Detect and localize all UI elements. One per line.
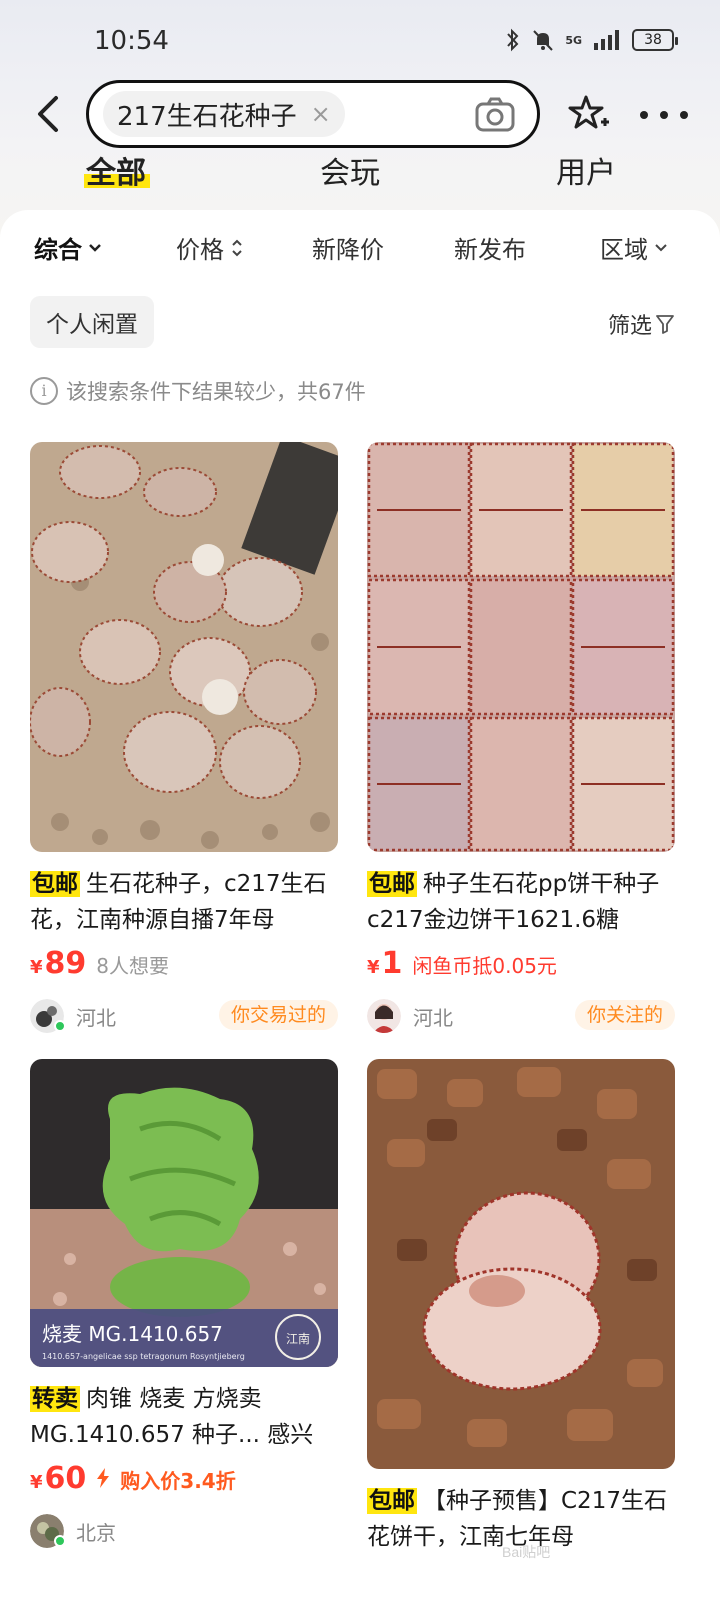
result-notice: i 该搜索条件下结果较少，共67件 — [30, 376, 366, 406]
sort-price-drop[interactable]: 新降价 — [312, 230, 384, 265]
chevron-left-icon — [38, 96, 58, 132]
sort-label: 新降价 — [312, 236, 384, 264]
product-image[interactable] — [367, 442, 675, 852]
chevron-down-icon — [655, 243, 667, 251]
status-icons: 5G 38 — [505, 28, 678, 52]
seller-tag: 你交易过的 — [218, 1000, 338, 1030]
watermark-text: Bai贴吧 — [502, 1544, 551, 1560]
free-shipping-badge: 包邮 — [30, 871, 80, 897]
status-bar: 10:54 5G 38 — [0, 0, 720, 80]
product-price: ¥60 — [30, 1461, 87, 1496]
sort-price[interactable]: 价格 — [176, 230, 244, 265]
want-count: 8人想要 — [96, 954, 170, 978]
seller-row[interactable]: 河北 你交易过的 — [30, 998, 338, 1034]
mute-bell-icon — [533, 30, 554, 51]
dot-icon — [680, 111, 688, 119]
chevron-down-icon — [89, 243, 101, 252]
free-shipping-badge: 包邮 — [367, 1488, 417, 1514]
sort-label: 综合 — [34, 236, 82, 264]
star-add-icon — [568, 95, 609, 129]
dot-icon — [660, 111, 668, 119]
seller-location: 河北 — [413, 1005, 453, 1030]
online-status-dot — [54, 1020, 66, 1032]
signal-icon — [594, 30, 619, 50]
info-icon: i — [30, 377, 58, 405]
personal-idle-filter[interactable]: 个人闲置 — [30, 296, 154, 348]
online-status-dot — [54, 1535, 66, 1547]
product-card[interactable]: 包邮 生石花种子，c217生石花，江南种源自播7年母 ¥89 8人想要 河北 你交… — [30, 442, 338, 1034]
sort-label: 价格 — [176, 236, 224, 264]
search-query-text: 217生石花种子 — [117, 101, 297, 132]
sort-region[interactable]: 区域 — [600, 230, 668, 265]
product-image[interactable] — [367, 1059, 675, 1469]
product-card[interactable]: 包邮 【种子预售】C217生石花饼干，江南七年母 — [367, 1059, 675, 1555]
dot-icon — [640, 111, 648, 119]
price-row: ¥89 8人想要 — [30, 946, 338, 986]
product-title[interactable]: 包邮 种子生石花pp饼干种子c217金边饼干1621.6糖 — [367, 866, 675, 938]
status-time: 10:54 — [94, 26, 169, 56]
resale-badge: 转卖 — [30, 1386, 80, 1412]
image-subcaption: 1410.657-angelicae ssp tetragonum Rosynt… — [42, 1352, 245, 1361]
seller-row[interactable]: 北京 — [30, 1513, 338, 1549]
product-price: ¥1 — [367, 946, 403, 981]
tab-label: 用户 — [556, 156, 616, 191]
price-row: ¥60 购入价3.4折 — [30, 1461, 338, 1501]
tab-all[interactable]: 全部 — [84, 148, 150, 192]
product-image[interactable]: 烧麦 MG.1410.657 1410.657-angelicae ssp te… — [30, 1059, 338, 1367]
clear-query-icon[interactable]: × — [311, 100, 331, 128]
funnel-icon — [656, 315, 674, 334]
avatar[interactable] — [367, 999, 401, 1033]
image-caption: 烧麦 MG.1410.657 — [42, 1322, 223, 1346]
tab-users[interactable]: 用户 — [556, 148, 616, 192]
tab-label: 全部 — [86, 156, 146, 191]
search-query-chip[interactable]: 217生石花种子 × — [103, 91, 345, 137]
product-card[interactable]: 烧麦 MG.1410.657 1410.657-angelicae ssp te… — [30, 1059, 338, 1549]
coin-deduction-note: 闲鱼币抵0.05元 — [412, 954, 557, 978]
seller-location: 北京 — [76, 1520, 116, 1545]
sort-label: 区域 — [600, 236, 648, 264]
seller-row[interactable]: 河北 你关注的 — [367, 998, 675, 1034]
sort-comprehensive[interactable]: 综合 — [34, 230, 102, 265]
sort-newest[interactable]: 新发布 — [454, 230, 526, 265]
lightning-icon — [97, 1468, 110, 1488]
camera-icon — [475, 97, 515, 132]
purchase-discount: 购入价3.4折 — [120, 1469, 236, 1493]
seller-tag: 你关注的 — [574, 1000, 675, 1030]
battery-icon: 38 — [632, 29, 678, 51]
category-tabs: 全部 会玩 用户 — [0, 148, 720, 200]
product-title[interactable]: 包邮 生石花种子，c217生石花，江南种源自播7年母 — [30, 866, 338, 938]
filter-button[interactable]: 筛选 — [608, 308, 674, 340]
product-card[interactable]: 包邮 种子生石花pp饼干种子c217金边饼干1621.6糖 ¥1 闲鱼币抵0.05… — [367, 442, 675, 1034]
filter-label: 筛选 — [607, 314, 652, 339]
product-title[interactable]: 转卖 肉锥 烧麦 方烧卖 MG.1410.657 种子... 感兴 — [30, 1381, 338, 1453]
sort-bar: 综合 价格 新降价 新发布 区域 — [0, 230, 720, 274]
image-seal: 江南 — [286, 1331, 310, 1346]
network-label: 5G — [565, 33, 582, 47]
bluetooth-icon — [507, 28, 519, 52]
product-image[interactable] — [30, 442, 338, 852]
sort-updown-icon — [232, 239, 242, 256]
price-row: ¥1 闲鱼币抵0.05元 — [367, 946, 675, 986]
subscribe-search-button[interactable] — [568, 94, 610, 138]
camera-search-button[interactable] — [475, 97, 515, 137]
back-button[interactable] — [30, 94, 70, 134]
notice-text: 该搜索条件下结果较少，共67件 — [66, 380, 366, 404]
free-shipping-badge: 包邮 — [367, 871, 417, 897]
more-options-button[interactable] — [640, 100, 688, 130]
results-panel: 综合 价格 新降价 新发布 区域 个人闲置 筛选 i 该搜索条件下结果较少，共6… — [0, 210, 720, 1600]
tab-label: 会玩 — [320, 156, 380, 191]
sort-label: 新发布 — [454, 236, 526, 264]
search-box[interactable]: 217生石花种子 × — [86, 80, 540, 148]
product-price: ¥89 — [30, 946, 87, 981]
tab-play[interactable]: 会玩 — [320, 148, 380, 192]
seller-location: 河北 — [76, 1005, 116, 1030]
